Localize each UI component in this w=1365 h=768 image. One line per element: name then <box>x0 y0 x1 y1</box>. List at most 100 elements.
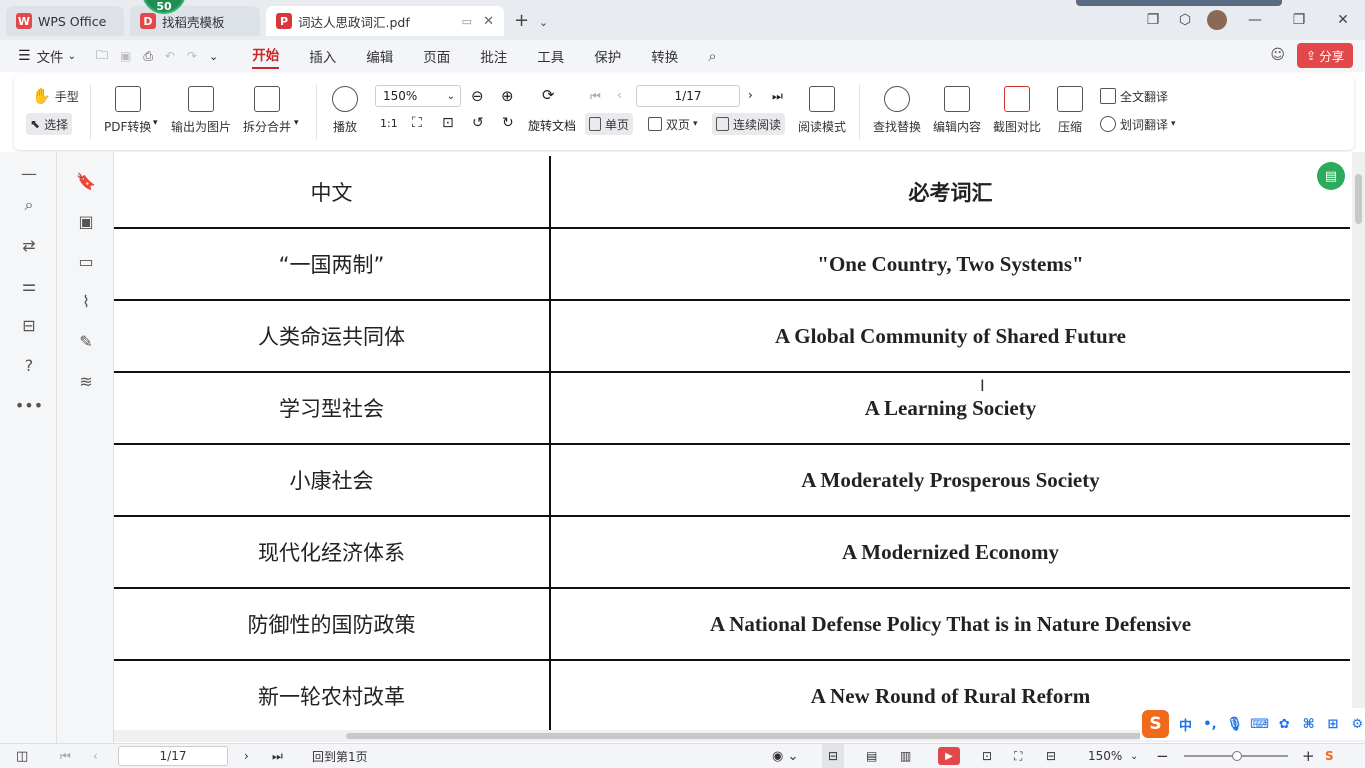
continuous-view-icon[interactable]: ⊟ <box>822 744 844 768</box>
sogou-small-icon[interactable]: S <box>1325 744 1334 768</box>
rotate-doc-button[interactable]: 旋转文档 <box>528 117 576 134</box>
scroll-thumb[interactable] <box>346 733 1226 739</box>
screenshot-compare-button[interactable]: 截图对比 <box>993 86 1041 135</box>
rotate-right-icon[interactable]: ↻ <box>502 115 514 131</box>
fit-page-icon[interactable]: ⛶ <box>412 115 422 131</box>
search-icon[interactable]: ⌕ <box>708 47 716 65</box>
punctuation-icon[interactable]: •, <box>1202 716 1217 732</box>
rotate-icon[interactable]: ⟳ <box>542 86 555 104</box>
microphone-icon[interactable]: 🎙 <box>1226 716 1243 732</box>
next-page-icon[interactable]: › <box>748 88 753 102</box>
zoom-select[interactable]: 150% ⌄ <box>375 85 461 107</box>
attachment-icon[interactable]: ⌇ <box>77 292 95 311</box>
chevron-down-icon[interactable]: ▾ <box>153 118 158 128</box>
tab-close-icon[interactable]: ✕ <box>483 14 494 29</box>
skin-icon[interactable]: ✿ <box>1277 716 1292 732</box>
translate-icon[interactable]: ⇄ <box>20 236 38 255</box>
full-translate-button[interactable]: 全文翻译 <box>1100 85 1168 107</box>
export-image-button[interactable]: 输出为图片 <box>171 86 231 135</box>
undo-icon[interactable]: ↶ <box>165 49 175 63</box>
menu-tools[interactable]: 工具 <box>537 46 564 66</box>
chat-icon[interactable]: ☺ <box>1270 47 1285 63</box>
zoom-in-icon[interactable]: ⊕ <box>501 87 514 105</box>
zoom-out-icon[interactable]: − <box>1156 744 1169 768</box>
document-viewport[interactable]: 中文 必考词汇 “一国两制” "One Country, Two Systems… <box>114 152 1352 730</box>
share-button[interactable]: ⇪ 分享 <box>1297 43 1353 68</box>
zoom-slider[interactable] <box>1184 744 1288 768</box>
compress-button[interactable]: 压缩 <box>1057 86 1083 135</box>
minimize-icon[interactable]: — <box>1233 0 1277 40</box>
maximize-icon[interactable]: ❐ <box>1277 0 1321 40</box>
find-replace-button[interactable]: 查找替换 <box>873 86 921 135</box>
first-page-icon[interactable]: ⏮ <box>590 89 601 104</box>
more-icon[interactable]: ••• <box>15 396 43 415</box>
menu-edit[interactable]: 编辑 <box>366 46 393 66</box>
vertical-scrollbar[interactable] <box>1352 152 1365 742</box>
last-page-icon[interactable]: ⏭ <box>772 89 783 104</box>
chevron-down-icon[interactable]: ⌄ <box>68 51 76 62</box>
layers-icon[interactable]: ≋ <box>77 372 95 391</box>
new-tab-button[interactable]: + ⌄ <box>514 10 548 31</box>
signature-icon[interactable]: ✎ <box>77 332 95 351</box>
collapse-icon[interactable]: — <box>20 164 38 183</box>
edit-content-button[interactable]: 编辑内容 <box>933 86 981 135</box>
status-page-input[interactable]: 1/17 <box>118 746 228 766</box>
menu-comment[interactable]: 批注 <box>480 46 507 66</box>
continuous-reading-button[interactable]: 连续阅读 <box>712 113 786 135</box>
fit-page-icon[interactable]: ⛶ <box>1014 744 1022 768</box>
scroll-thumb[interactable] <box>1355 174 1362 224</box>
double-view-icon[interactable]: ▥ <box>900 744 911 768</box>
prev-page-icon[interactable]: ‹ <box>93 744 98 768</box>
pdf-convert-button[interactable]: PDF转换 <box>104 86 151 135</box>
comment-icon[interactable]: ▭ <box>77 252 95 271</box>
single-page-button[interactable]: 单页 <box>585 113 634 135</box>
double-page-button[interactable]: 双页 ▾ <box>648 113 698 135</box>
back-to-first-link[interactable]: 回到第1页 <box>312 744 368 768</box>
save-icon[interactable]: ▣ <box>120 49 131 63</box>
tab-window-icon[interactable]: ▭ <box>462 15 472 28</box>
settings-icon[interactable]: ⚙ <box>1350 716 1365 732</box>
chevron-down-icon[interactable]: ⌄ <box>209 50 218 63</box>
split-merge-button[interactable]: 拆分合并 <box>243 86 291 135</box>
menu-start[interactable]: 开始 <box>252 44 280 69</box>
restore-windows-icon[interactable]: ❐ <box>1137 0 1169 40</box>
fit-width-icon[interactable]: ⊡ <box>442 115 454 131</box>
sogou-logo-icon[interactable]: S <box>1142 710 1169 738</box>
play-button[interactable]: 播放 <box>332 86 358 135</box>
close-icon[interactable]: ✕ <box>1321 0 1365 40</box>
actual-size-icon[interactable]: 1:1 <box>380 117 398 130</box>
help-icon[interactable]: ? <box>20 356 38 375</box>
eye-icon[interactable]: ◉ ⌄ <box>772 744 798 768</box>
toolbox-icon[interactable]: ⊞ <box>1325 716 1340 732</box>
tab-template[interactable]: D 找稻壳模板 <box>130 6 260 36</box>
sidebar-toggle-icon[interactable]: ◫ <box>16 744 28 768</box>
cube-icon[interactable]: ⬡ <box>1169 0 1201 40</box>
next-page-icon[interactable]: › <box>244 744 249 768</box>
open-folder-icon[interactable]: 🗀 <box>96 46 108 67</box>
last-page-icon[interactable]: ⏭ <box>272 744 283 768</box>
reading-mode-button[interactable]: 阅读模式 <box>798 86 846 135</box>
search-icon[interactable]: ⌕ <box>20 195 38 214</box>
word-translate-button[interactable]: 划词翻译 ▾ <box>1100 113 1176 135</box>
page-number-input[interactable]: 1/17 <box>636 85 740 107</box>
menu-protect[interactable]: 保护 <box>594 46 621 66</box>
settings-sliders-icon[interactable]: ⚌ <box>20 276 38 295</box>
game-icon[interactable]: ⌘ <box>1301 716 1316 732</box>
select-tool-button[interactable]: ⬉ 选择 <box>26 113 73 135</box>
print-icon[interactable]: ⎙ <box>143 49 153 64</box>
hand-tool-button[interactable]: ✋ 手型 <box>32 85 79 107</box>
tab-wps-office[interactable]: W WPS Office <box>6 6 124 36</box>
single-view-icon[interactable]: ▤ <box>866 744 877 768</box>
tab-pdf-document[interactable]: P 词达人思政词汇.pdf ▭ ✕ <box>266 6 504 36</box>
menu-insert[interactable]: 插入 <box>309 46 336 66</box>
read-aloud-icon[interactable]: ⊟ <box>20 316 38 335</box>
first-page-icon[interactable]: ⏮ <box>60 744 71 768</box>
chevron-down-icon[interactable]: ▾ <box>294 118 299 128</box>
menu-page[interactable]: 页面 <box>423 46 450 66</box>
keyboard-icon[interactable]: ⌨ <box>1250 716 1269 732</box>
actual-size-icon[interactable]: ⊡ <box>982 744 992 768</box>
status-zoom-value[interactable]: 150% <box>1088 744 1122 768</box>
prev-page-icon[interactable]: ‹ <box>617 88 622 102</box>
thumbnail-icon[interactable]: ▣ <box>77 212 95 231</box>
avatar[interactable] <box>1201 0 1233 40</box>
